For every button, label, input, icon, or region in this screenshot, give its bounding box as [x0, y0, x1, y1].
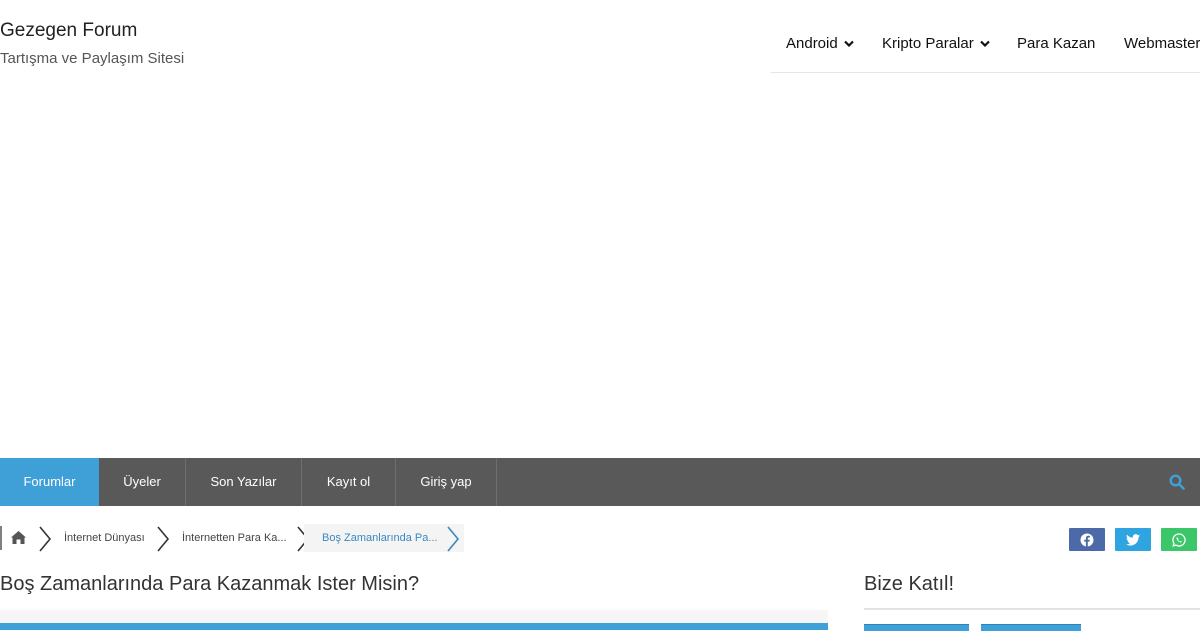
- top-nav-label: Para Kazan: [1017, 35, 1096, 52]
- breadcrumb-separator-icon: [447, 526, 460, 552]
- search-icon: [1169, 474, 1185, 490]
- nav-tab-forumlar[interactable]: Forumlar: [0, 458, 99, 506]
- top-nav-item-kripto-paralar[interactable]: Kripto Paralar: [882, 35, 990, 52]
- search-button[interactable]: [1169, 474, 1185, 495]
- thread-title: Boş Zamanlarında Para Kazanmak Ister Mis…: [0, 573, 420, 595]
- nav-tab-uyeler[interactable]: Üyeler: [99, 458, 186, 506]
- thread-header-bar: [0, 623, 828, 630]
- breadcrumb-start-divider: [0, 526, 2, 550]
- top-nav-label: Android: [786, 35, 838, 52]
- top-nav-label: Kripto Paralar: [882, 35, 974, 52]
- share-whatsapp-button[interactable]: [1161, 528, 1197, 551]
- share-twitter-button[interactable]: [1115, 528, 1151, 551]
- site-tagline: Tartışma ve Paylaşım Sitesi: [0, 50, 185, 67]
- chevron-down-icon: [843, 40, 854, 47]
- sidebar-title: Bize Katıl!: [864, 573, 955, 595]
- sidebar-divider: [864, 608, 1200, 610]
- breadcrumb-separator-icon: [157, 526, 170, 552]
- top-nav-item-webmaster[interactable]: Webmaster: [1124, 35, 1200, 52]
- nav-tab-giris-yap[interactable]: Giriş yap: [396, 458, 497, 506]
- main-nav: Forumlar Üyeler Son Yazılar Kayıt ol Gir…: [0, 458, 1200, 506]
- top-nav-item-para-kazan[interactable]: Para Kazan: [1017, 35, 1095, 52]
- breadcrumb-separator-icon: [39, 526, 52, 552]
- title-divider: [0, 610, 828, 623]
- share-facebook-button[interactable]: [1069, 528, 1105, 551]
- top-nav-label: Webmaster: [1124, 35, 1200, 52]
- breadcrumb-item[interactable]: İnternetten Para Ka...: [182, 524, 287, 552]
- home-icon: [11, 531, 26, 544]
- breadcrumb-home[interactable]: [10, 528, 27, 556]
- breadcrumb-item[interactable]: İnternet Dünyası: [64, 524, 145, 552]
- nav-tab-kayit-ol[interactable]: Kayıt ol: [302, 458, 396, 506]
- nav-tab-son-yazilar[interactable]: Son Yazılar: [186, 458, 302, 506]
- facebook-icon: [1080, 533, 1094, 547]
- whatsapp-icon: [1172, 532, 1186, 547]
- site-title[interactable]: Gezegen Forum: [0, 20, 137, 42]
- breadcrumb-current[interactable]: Boş Zamanlarında Pa...: [304, 524, 464, 552]
- twitter-icon: [1126, 533, 1140, 546]
- chevron-down-icon: [979, 40, 990, 47]
- top-nav-item-android[interactable]: Android: [786, 35, 854, 52]
- top-nav: Android Kripto Paralar Para Kazan Webmas…: [771, 15, 1200, 73]
